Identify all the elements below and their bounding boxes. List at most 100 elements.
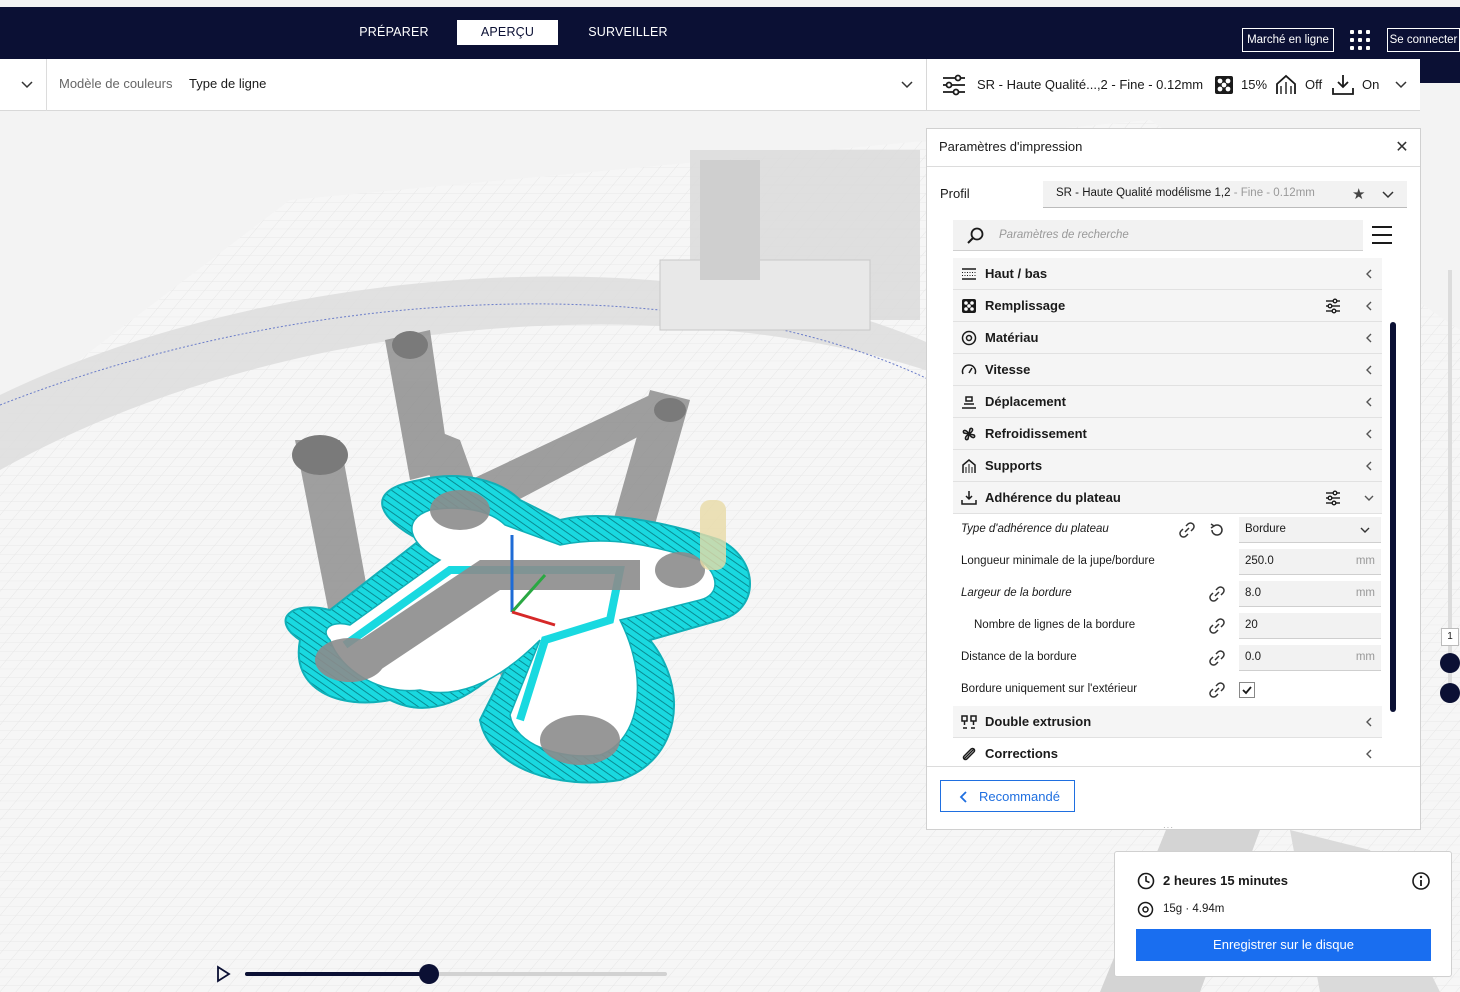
adhesion-type-select[interactable]: Bordure bbox=[1239, 517, 1381, 543]
playback-slider-handle[interactable] bbox=[419, 964, 439, 984]
brim-distance-input[interactable]: 0.0 mm bbox=[1239, 645, 1381, 671]
settings-menu-icon[interactable] bbox=[1372, 225, 1394, 245]
top-bottom-icon bbox=[962, 268, 976, 280]
reset-icon[interactable] bbox=[1208, 521, 1226, 539]
chevron-down-icon[interactable] bbox=[16, 76, 38, 94]
category-label: Déplacement bbox=[985, 394, 1066, 409]
profile-name: SR - Haute Qualité modélisme 1,2 bbox=[1056, 187, 1231, 199]
speed-icon bbox=[961, 364, 977, 375]
brim-line-count-input[interactable]: 20 bbox=[1239, 613, 1381, 639]
dual-extrusion-icon bbox=[961, 715, 977, 729]
setting-brim-outside-only: Bordure uniquement sur l'extérieur bbox=[953, 674, 1382, 706]
layer-slider-lower-handle[interactable] bbox=[1440, 683, 1460, 703]
skirt-brim-length-input[interactable]: 250.0 mm bbox=[1239, 549, 1381, 575]
category-double-extrusion[interactable]: Double extrusion bbox=[953, 706, 1382, 738]
setting-label: Distance de la bordure bbox=[961, 651, 1077, 663]
material-icon bbox=[961, 330, 977, 346]
divider bbox=[927, 166, 1420, 167]
chevron-left-icon bbox=[1366, 717, 1372, 727]
tab-apercu[interactable]: APERÇU bbox=[457, 20, 558, 45]
search-placeholder: Paramètres de recherche bbox=[999, 229, 1129, 241]
recommended-button[interactable]: Recommandé bbox=[940, 780, 1075, 812]
setting-label: Nombre de lignes de la bordure bbox=[974, 619, 1136, 631]
sign-in-button[interactable]: Se connecter bbox=[1387, 28, 1460, 52]
category-remplissage[interactable]: Remplissage bbox=[953, 290, 1382, 322]
save-to-disk-button[interactable]: Enregistrer sur le disque bbox=[1136, 929, 1431, 961]
brim-outside-only-checkbox[interactable] bbox=[1239, 682, 1255, 698]
chevron-down-icon[interactable] bbox=[898, 76, 916, 94]
recommended-label: Recommandé bbox=[979, 789, 1060, 804]
top-navigation-bar: PRÉPARER APERÇU SURVEILLER Marché en lig… bbox=[0, 7, 1460, 59]
support-icon bbox=[1276, 74, 1296, 94]
link-icon[interactable] bbox=[1208, 681, 1226, 699]
category-adherence[interactable]: Adhérence du plateau bbox=[953, 482, 1382, 514]
setting-brim-line-count: Nombre de lignes de la bordure 20 bbox=[953, 610, 1382, 642]
category-label: Refroidissement bbox=[985, 426, 1087, 441]
marketplace-button[interactable]: Marché en ligne bbox=[1242, 28, 1334, 52]
divider bbox=[927, 766, 1420, 767]
profile-label: Profil bbox=[940, 186, 970, 201]
profile-suffix: - Fine - 0.12mm bbox=[1230, 187, 1315, 199]
resize-grip-icon[interactable]: ··· bbox=[1163, 823, 1174, 832]
panel-title: Paramètres d'impression bbox=[939, 139, 1083, 154]
chevron-left-icon bbox=[1366, 429, 1372, 439]
setting-unit: mm bbox=[1355, 587, 1375, 599]
link-icon[interactable] bbox=[1208, 649, 1226, 667]
category-label: Double extrusion bbox=[985, 714, 1092, 729]
clock-icon bbox=[1137, 872, 1155, 890]
link-icon[interactable] bbox=[1178, 521, 1196, 539]
setting-value: Bordure bbox=[1245, 523, 1286, 535]
chevron-left-icon bbox=[1366, 365, 1372, 375]
infill-icon bbox=[962, 299, 976, 313]
category-materiau[interactable]: Matériau bbox=[953, 322, 1382, 354]
print-settings-bar[interactable]: SR - Haute Qualité...,2 - Fine - 0.12mm … bbox=[926, 59, 1420, 111]
sliders-icon[interactable] bbox=[1325, 298, 1341, 314]
layer-number[interactable]: 1 bbox=[1441, 628, 1459, 646]
close-icon[interactable]: ✕ bbox=[1393, 139, 1411, 157]
sliders-icon bbox=[943, 74, 965, 96]
category-label: Vitesse bbox=[985, 362, 1031, 377]
category-label: Supports bbox=[985, 458, 1043, 473]
support-value: Off bbox=[1305, 77, 1323, 92]
setting-label: Bordure uniquement sur l'extérieur bbox=[961, 683, 1138, 695]
infill-value: 15% bbox=[1241, 77, 1268, 92]
chevron-down-icon bbox=[1360, 527, 1370, 533]
search-input[interactable]: Paramètres de recherche bbox=[953, 220, 1363, 251]
chevron-left-icon bbox=[1366, 461, 1372, 471]
star-icon[interactable]: ★ bbox=[1352, 185, 1365, 203]
tab-preparer[interactable]: PRÉPARER bbox=[355, 20, 433, 45]
settings-scrollbar[interactable] bbox=[1390, 322, 1396, 712]
setting-label: Largeur de la bordure bbox=[961, 587, 1072, 599]
divider bbox=[46, 59, 47, 111]
category-label: Adhérence du plateau bbox=[985, 490, 1121, 505]
category-haut-bas[interactable]: Haut / bas bbox=[953, 258, 1382, 290]
chevron-down-icon[interactable] bbox=[1393, 72, 1409, 98]
chevron-left-icon bbox=[959, 791, 967, 803]
color-scheme-value[interactable]: Type de ligne bbox=[189, 76, 266, 91]
info-icon[interactable] bbox=[1411, 871, 1431, 891]
setting-unit: mm bbox=[1355, 555, 1375, 567]
category-vitesse[interactable]: Vitesse bbox=[953, 354, 1382, 386]
play-icon[interactable] bbox=[214, 965, 232, 983]
link-icon[interactable] bbox=[1208, 617, 1226, 635]
tab-surveiller[interactable]: SURVEILLER bbox=[583, 20, 673, 45]
link-icon[interactable] bbox=[1208, 585, 1226, 603]
setting-adhesion-type: Type d'adhérence du plateau Bordure bbox=[953, 514, 1382, 546]
playback-slider-track[interactable] bbox=[245, 972, 667, 976]
brim-width-input[interactable]: 8.0 mm bbox=[1239, 581, 1381, 607]
category-refroidissement[interactable]: Refroidissement bbox=[953, 418, 1382, 450]
adhesion-icon bbox=[961, 491, 977, 505]
sliders-icon[interactable] bbox=[1325, 490, 1341, 506]
apps-grid-icon[interactable] bbox=[1350, 30, 1370, 50]
setting-label: Type d'adhérence du plateau bbox=[961, 523, 1109, 535]
category-deplacement[interactable]: Déplacement bbox=[953, 386, 1382, 418]
support-icon bbox=[962, 459, 976, 473]
chevron-left-icon bbox=[1366, 749, 1372, 759]
profile-select[interactable]: SR - Haute Qualité modélisme 1,2 - Fine … bbox=[1043, 181, 1407, 208]
layer-slider-upper-handle[interactable] bbox=[1440, 653, 1460, 673]
category-supports[interactable]: Supports bbox=[953, 450, 1382, 482]
category-label: Corrections bbox=[985, 746, 1058, 761]
color-scheme-bar: Modèle de couleurs Type de ligne bbox=[0, 59, 926, 111]
setting-brim-distance: Distance de la bordure 0.0 mm bbox=[953, 642, 1382, 674]
checkmark-icon bbox=[1242, 686, 1252, 695]
